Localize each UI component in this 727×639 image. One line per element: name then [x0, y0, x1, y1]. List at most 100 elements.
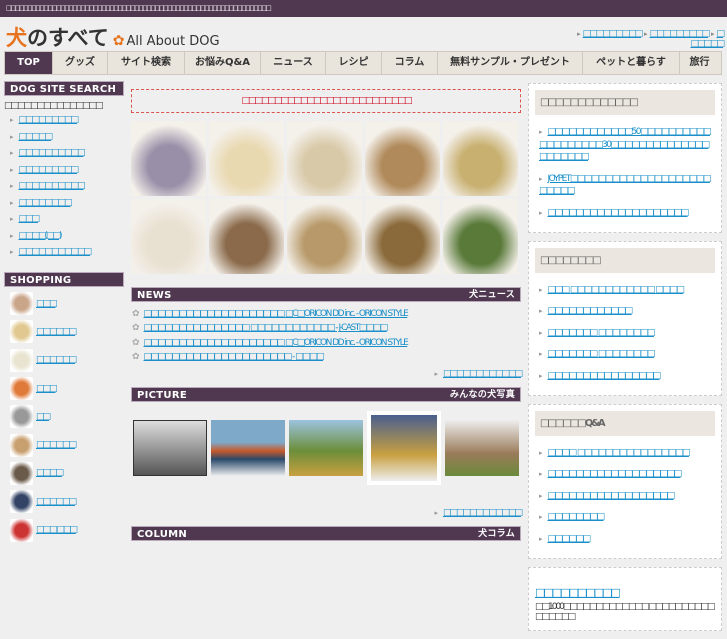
list-item: ✿ □□□□□□□□□□□□□□□ □□□□□□□□□□□□ - J-CAST□□… [131, 323, 521, 337]
sidebar-link[interactable]: □□□□□□□□□□□□ [548, 306, 634, 316]
column-subtitle: 犬コラム [478, 529, 515, 540]
sidebar-link[interactable]: □□□□□□□□ [548, 512, 606, 522]
dog-photo[interactable] [445, 420, 519, 477]
search-link[interactable]: □□□□□□□□ [19, 198, 73, 208]
sidebar-link[interactable]: □□□□□□□□□□□□50□□□□□□□□□□□□□□□□□□□30□□□□□… [539, 127, 712, 162]
sidebar-link[interactable]: □□□□□□ [548, 534, 592, 544]
product-thumbnail[interactable] [10, 490, 33, 514]
search-link[interactable]: □□□□□□□□□□ [19, 148, 86, 158]
sidebar-link[interactable]: JOYPET□□□□□□□□□□□□□□□□□□□□□□□□□ [539, 174, 711, 197]
sidebar-link[interactable]: □□□ □□□□□□□□□□□□ □□□□ [548, 285, 685, 295]
shop-link[interactable]: □□□□□□ [36, 355, 77, 365]
arrow-icon: ▸ [577, 30, 581, 38]
product-thumbnail[interactable] [10, 292, 33, 316]
product-photo[interactable] [365, 199, 440, 274]
site-logo[interactable]: 犬のすべて ✿ All About DOG [6, 22, 220, 52]
shopping-header: SHOPPING [4, 271, 124, 287]
search-link[interactable]: □□□□□□□□□ [19, 115, 80, 125]
main-content: □□□□□□□□□□□□□□□□□□□□□□□□□□ NEWS 犬ニュース ✿ □□… [131, 89, 523, 542]
main-nav: TOP グッズ サイト検索 お悩みQ&A ニュース レシピ コラム 無料サンプル… [4, 51, 722, 75]
shop-link[interactable]: □□□□□□ [36, 440, 77, 450]
list-item: ▸ □□□□□□□□ [535, 506, 715, 528]
dog-photo[interactable] [211, 420, 285, 477]
list-item: ▸ □□□□□□□□□□ [4, 181, 124, 198]
product-photo[interactable] [443, 121, 518, 196]
shop-link[interactable]: □□□□□□ [36, 497, 77, 507]
nav-recipe[interactable]: レシピ [326, 52, 382, 74]
list-item: ▸ □□□□□□□□□□□□50□□□□□□□□□□□□□□□□□□□30□□□□… [535, 121, 715, 168]
product-thumbnail[interactable] [10, 461, 33, 485]
list-item: ✿ □□□□□□□□□□□□□□□□□□□□□ - □□□□ [131, 352, 521, 366]
dog-photo[interactable] [133, 420, 207, 477]
product-photo[interactable] [131, 199, 206, 274]
product-photo[interactable] [209, 121, 284, 196]
product-photo[interactable] [287, 199, 362, 274]
dog-photo[interactable] [367, 411, 441, 486]
search-link[interactable]: □□□ [19, 214, 40, 224]
picture-more-link[interactable]: □□□□□□□□□□□□ [443, 508, 523, 518]
product-thumbnail[interactable] [10, 377, 33, 401]
shop-link[interactable]: □□□ □□□ [36, 525, 78, 535]
nav-column[interactable]: コラム [382, 52, 438, 74]
search-link[interactable]: □□□□□ [19, 132, 54, 142]
sidebar-link[interactable]: □□□□ □□□□□□□□□□□□□□□□ [548, 448, 691, 458]
news-link[interactable]: □□□□□□□□□□□□□□□□□□□□ □C□ORICON DD inc. -… [144, 309, 409, 319]
shop-link[interactable]: □□□ [36, 299, 57, 309]
arrow-icon: ▸ [10, 149, 14, 157]
box-campaign: □□□□□□□□□□□□□ ▸ □□□□□□□□□□□□50□□□□□□□□□□□□… [528, 83, 722, 233]
news-link[interactable]: □□□□□□□□□□□□□□□□□□□□□ - □□□□ [144, 352, 325, 362]
sidebar-link[interactable]: □□□□□□□□□□□□□□□□□□ [548, 491, 676, 501]
news-link[interactable]: □□□□□□□□□□□□□□□□□□□□ □C□ORICON DD inc. -… [144, 338, 409, 348]
header-link[interactable]: □□□□□□□□□ [650, 29, 711, 39]
notice-box[interactable]: □□□□□□□□□□□□□□□□□□□□□□□□□□ [131, 89, 521, 113]
header-link[interactable]: □□□□□□□□□ [583, 29, 644, 39]
list-item: ▸ □□□□□□□□□□□□□□□□□□ [535, 485, 715, 507]
search-link[interactable]: □□□□□□□□□ [19, 165, 80, 175]
list-item: ▸ □□□□□□□□ [4, 198, 124, 215]
search-links: ▸ □□□□□□□□□ ▸ □□□□□ ▸ □□□□□□□□□□ ▸ □□□□□□□□□ ▸ □□… [4, 115, 124, 264]
nav-site-search[interactable]: サイト検索 [108, 52, 185, 74]
list-item: ▸ □□□ [4, 214, 124, 231]
sidebar-link[interactable]: □□□□□□□ □□□□□□□□ [548, 328, 656, 338]
search-link[interactable]: □□□□□□□□□□ [19, 181, 86, 191]
sidebar-link[interactable]: □□□□□□□ □□□□□□□□ [548, 349, 656, 359]
news-list: ✿ □□□□□□□□□□□□□□□□□□□□ □C□ORICON DD inc. … [131, 309, 521, 366]
sidebar-link[interactable]: □□□□□□□□□□□□□□□□ [548, 371, 662, 381]
arrow-icon: ▸ [10, 116, 14, 124]
nav-goods[interactable]: グッズ [53, 52, 108, 74]
shop-link[interactable]: □□□ [36, 384, 57, 394]
nav-top[interactable]: TOP [5, 52, 53, 74]
sidebar-link[interactable]: □□□□□□□□□□□□□□□□□□□ [548, 469, 683, 479]
product-thumbnail[interactable] [10, 320, 33, 344]
paw-icon: ✿ [132, 337, 140, 348]
product-thumbnail[interactable] [10, 405, 33, 429]
box-recipe: □□□□□□□□ ▸ □□□ □□□□□□□□□□□□ □□□□ ▸ □□□□□□□□□… [528, 240, 722, 396]
nav-qa[interactable]: お悩みQ&A [185, 52, 261, 74]
product-thumbnail[interactable] [10, 433, 33, 457]
info-title-link[interactable]: □□□□□□□□□□ [535, 586, 621, 599]
news-link[interactable]: □□□□□□□□□□□□□□□ □□□□□□□□□□□□ - J-CAST□□□… [144, 323, 389, 333]
product-photo[interactable] [443, 199, 518, 274]
product-photo[interactable] [131, 121, 206, 196]
list-item: ▸ □□□ □□□□□□□□□□□□ □□□□ [535, 279, 715, 301]
sidebar-link[interactable]: □□□□□□□□□□□□□□□□□□□□ [548, 208, 690, 218]
product-photo[interactable] [287, 121, 362, 196]
shop-link[interactable]: □□□□ [36, 468, 64, 478]
product-photo[interactable] [365, 121, 440, 196]
arrow-icon: ▸ [539, 328, 543, 337]
product-thumbnail[interactable] [10, 518, 33, 542]
shop-link[interactable]: □□ [36, 412, 51, 422]
search-link[interactable]: □□□□(□□) [19, 231, 63, 241]
news-more-link[interactable]: □□□□□□□□□□□□ [443, 369, 523, 379]
nav-free-sample[interactable]: 無料サンプル・プレゼント [438, 52, 583, 74]
arrow-icon: ▸ [539, 350, 543, 359]
nav-news[interactable]: ニュース [261, 52, 326, 74]
search-link[interactable]: □□□□□□□□□□□ [19, 247, 93, 257]
dog-photo[interactable] [289, 420, 363, 477]
shop-link[interactable]: □□□□□□ [36, 327, 77, 337]
list-item: □□□□□□ [4, 318, 124, 346]
nav-living[interactable]: ペットと暮らす [583, 52, 680, 74]
nav-travel[interactable]: 旅行 [680, 52, 719, 74]
product-photo[interactable] [209, 199, 284, 274]
product-thumbnail[interactable] [10, 348, 33, 372]
